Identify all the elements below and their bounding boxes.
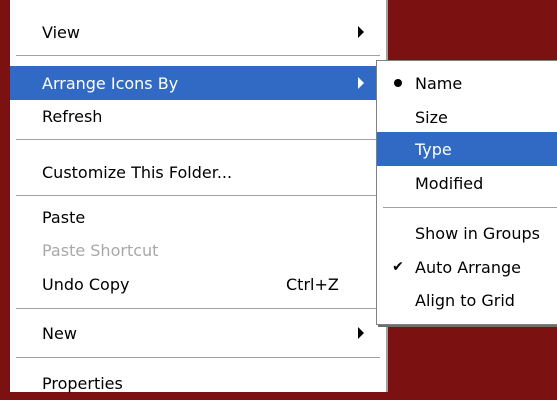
menu-item-label: Auto Arrange: [415, 257, 521, 277]
menu-separator: [383, 207, 557, 209]
submenu-arrow-icon: [358, 327, 364, 339]
menu-item-customize-folder[interactable]: Customize This Folder...: [10, 155, 386, 189]
menu-separator: [16, 195, 380, 197]
menu-item-refresh[interactable]: Refresh: [10, 99, 386, 133]
menu-separator: [16, 357, 380, 359]
submenu-item-align-to-grid[interactable]: Align to Grid: [377, 283, 557, 317]
menu-item-paste[interactable]: Paste: [10, 200, 386, 234]
menu-item-new[interactable]: New: [10, 316, 386, 350]
menu-separator: [16, 308, 380, 310]
menu-item-shortcut: Ctrl+Z: [286, 274, 339, 294]
submenu-arrow-icon: [358, 26, 364, 38]
menu-item-label: View: [42, 22, 80, 42]
menu-item-view[interactable]: View: [10, 15, 386, 49]
menu-item-label: Size: [415, 107, 448, 127]
menu-separator: [16, 55, 380, 57]
submenu-item-auto-arrange[interactable]: ✔ Auto Arrange: [377, 250, 557, 284]
menu-item-label: Customize This Folder...: [42, 162, 233, 182]
submenu-arrow-icon: [358, 77, 364, 89]
menu-item-paste-shortcut: Paste Shortcut: [10, 233, 386, 267]
submenu-item-size[interactable]: Size: [377, 100, 557, 134]
menu-item-label: Paste: [42, 207, 86, 227]
menu-item-properties[interactable]: Properties: [10, 366, 386, 400]
submenu-item-name[interactable]: Name: [377, 66, 557, 100]
menu-separator: [16, 139, 380, 141]
menu-item-label: Paste Shortcut: [42, 240, 159, 260]
submenu-item-show-in-groups[interactable]: Show in Groups: [377, 216, 557, 250]
menu-item-label: Arrange Icons By: [42, 73, 179, 93]
menu-item-label: Undo Copy: [42, 274, 130, 294]
menu-item-label: Name: [415, 73, 463, 93]
menu-item-undo-copy[interactable]: Undo Copy Ctrl+Z: [10, 267, 386, 301]
context-menu: View Arrange Icons By Refresh Customize …: [10, 0, 388, 393]
checkmark-icon: ✔: [392, 259, 404, 275]
menu-item-label: New: [42, 323, 77, 343]
menu-item-label: Type: [415, 139, 452, 159]
radio-bullet-icon: [394, 79, 402, 87]
menu-item-arrange-icons-by[interactable]: Arrange Icons By: [10, 66, 386, 100]
arrange-icons-submenu: Name Size Type Modified Show in Groups ✔…: [376, 60, 557, 325]
menu-item-label: Show in Groups: [415, 223, 540, 243]
menu-item-label: Refresh: [42, 106, 103, 126]
submenu-item-type[interactable]: Type: [377, 132, 557, 166]
menu-item-label: Modified: [415, 173, 484, 193]
menu-item-label: Align to Grid: [415, 290, 515, 310]
menu-item-label: Properties: [42, 373, 123, 393]
submenu-item-modified[interactable]: Modified: [377, 166, 557, 200]
